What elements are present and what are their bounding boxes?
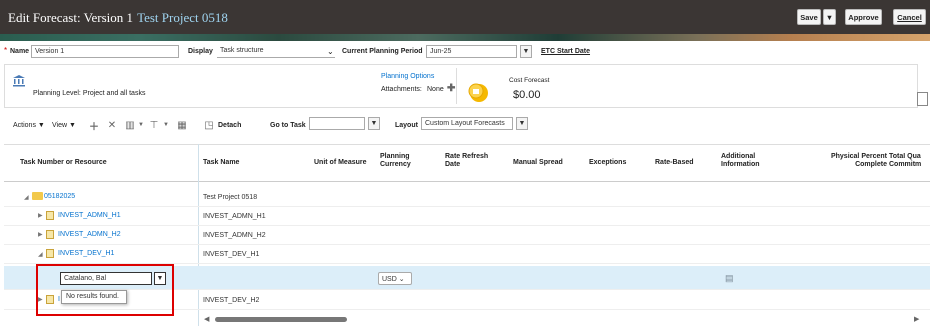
filter-chevron-icon[interactable]: ▼ (162, 118, 170, 132)
task-name: INVEST_DEV_H1 (203, 251, 260, 258)
table-row[interactable]: ▶ INVEST_ADMN_H1 INVEST_ADMN_H1 (4, 207, 930, 226)
save-menu-chevron-icon[interactable]: ▼ (823, 9, 836, 25)
additional-info-icon[interactable]: ▤ (725, 273, 734, 284)
folder-icon (32, 192, 43, 200)
save-button[interactable]: Save (797, 9, 821, 25)
col-additional-information[interactable]: Additional Information (721, 153, 771, 169)
col-rate-refresh-date[interactable]: Rate Refresh Date (445, 153, 490, 169)
task-name: INVEST_ADMN_H1 (203, 213, 266, 220)
col-task-number[interactable]: Task Number or Resource (20, 159, 107, 167)
attachments-label: Attachments: (381, 86, 422, 93)
go-to-task-label: Go to Task (270, 121, 306, 129)
go-to-task-input[interactable] (309, 117, 365, 130)
page-title: Edit Forecast: Version 1 Test Project 051… (8, 10, 228, 26)
table-header: Task Number or Resource Task Name Unit o… (4, 144, 930, 182)
task-number[interactable]: 05182025 (44, 193, 75, 200)
task-number[interactable]: INVEST_ADMN_H1 (58, 212, 121, 219)
display-select[interactable]: Task structure (217, 45, 335, 58)
expand-icon[interactable]: ▶ (38, 212, 43, 219)
task-number[interactable]: INVEST_DEV_H1 (58, 250, 114, 257)
layout-dropdown-icon[interactable]: ▼ (516, 117, 528, 130)
freeze-icon[interactable]: ▦ (175, 118, 189, 132)
forecast-info-panel (4, 64, 918, 108)
display-chevron-icon[interactable]: ⌄ (327, 47, 334, 56)
planning-level-text: Planning Level: Project and all tasks (33, 90, 146, 97)
panel-drawer-icon[interactable] (917, 92, 928, 106)
currency-value: USD (382, 276, 397, 283)
col-physical-percent-complete[interactable]: Physical Percent Complete (814, 153, 887, 169)
task-name: Test Project 0518 (203, 194, 258, 201)
collapse-icon[interactable]: ◢ (38, 251, 43, 258)
name-label: Name (10, 48, 30, 55)
detach-icon[interactable]: ◳ (203, 118, 215, 132)
planning-currency-select[interactable]: USD ⌄ (378, 272, 412, 285)
approve-button[interactable]: Approve (845, 9, 882, 25)
project-name: Test Project 0518 (137, 10, 228, 25)
table-row[interactable]: ▶ INVEST_ADMN_H2 INVEST_ADMN_H2 (4, 226, 930, 245)
etc-start-date-label: ETC Start Date (541, 48, 591, 55)
add-icon[interactable]: ＋ (88, 118, 100, 133)
col-total-quantity-commitments[interactable]: Total Qua Commitm (889, 153, 929, 169)
current-period-select[interactable]: Jun-25 (426, 45, 517, 58)
display-label: Display (188, 48, 213, 55)
filter-icon[interactable]: ⊤ (147, 118, 161, 132)
columns-icon[interactable]: ▥ (123, 118, 137, 132)
scroll-right-icon[interactable]: ▶ (914, 315, 919, 323)
no-results-popup: No results found. (61, 290, 127, 304)
page-title-text: Edit Forecast: Version 1 (8, 10, 134, 25)
col-planning-currency[interactable]: Planning Currency (380, 153, 420, 169)
cost-coins-icon (468, 83, 488, 102)
col-unit-of-measure[interactable]: Unit of Measure (314, 159, 367, 167)
col-task-name[interactable]: Task Name (203, 159, 239, 167)
col-rate-based[interactable]: Rate-Based (655, 159, 694, 167)
planning-options-link[interactable]: Planning Options (381, 73, 434, 80)
cancel-button[interactable]: Cancel (893, 9, 926, 25)
view-menu[interactable]: View ▼ (52, 118, 76, 132)
decorative-banner (0, 34, 930, 41)
cost-forecast-label: Cost Forecast (509, 77, 550, 84)
detach-button[interactable]: Detach (218, 118, 241, 132)
scroll-left-icon[interactable]: ◀ (204, 315, 209, 323)
actions-menu[interactable]: Actions ▼ (13, 118, 45, 132)
task-name: INVEST_DEV_H2 (203, 297, 260, 304)
task-icon (46, 211, 54, 220)
layout-label: Layout (395, 121, 418, 129)
expand-icon[interactable]: ▶ (38, 231, 43, 238)
delete-icon[interactable]: ✕ (106, 118, 118, 132)
col-manual-spread[interactable]: Manual Spread (513, 159, 563, 167)
layout-select[interactable]: Custom Layout Forecasts (421, 117, 513, 130)
add-attachment-icon[interactable]: ✚ (447, 83, 455, 94)
horizontal-scrollbar-thumb[interactable] (215, 317, 347, 322)
page-header: Edit Forecast: Version 1 Test Project 051… (0, 0, 930, 34)
task-name: INVEST_ADMN_H2 (203, 232, 266, 239)
go-to-task-dropdown-icon[interactable]: ▼ (368, 117, 380, 130)
task-icon (46, 249, 54, 258)
period-dropdown-icon[interactable]: ▼ (520, 45, 532, 58)
name-input[interactable]: Version 1 (31, 45, 179, 58)
collapse-icon[interactable]: ◢ (24, 194, 29, 201)
required-indicator: * (4, 46, 8, 55)
attachments-value: None (427, 86, 444, 93)
col-exceptions[interactable]: Exceptions (589, 159, 626, 167)
task-icon (46, 230, 54, 239)
bank-icon (13, 75, 25, 87)
table-row[interactable]: ◢ 05182025 Test Project 0518 (4, 188, 930, 207)
table-row[interactable]: ◢ INVEST_DEV_H1 INVEST_DEV_H1 (4, 245, 930, 264)
task-number[interactable]: INVEST_ADMN_H2 (58, 231, 121, 238)
columns-chevron-icon[interactable]: ▼ (137, 118, 145, 132)
current-period-label: Current Planning Period (342, 48, 423, 55)
panel-divider (456, 68, 457, 104)
cost-forecast-value: $0.00 (513, 89, 541, 101)
